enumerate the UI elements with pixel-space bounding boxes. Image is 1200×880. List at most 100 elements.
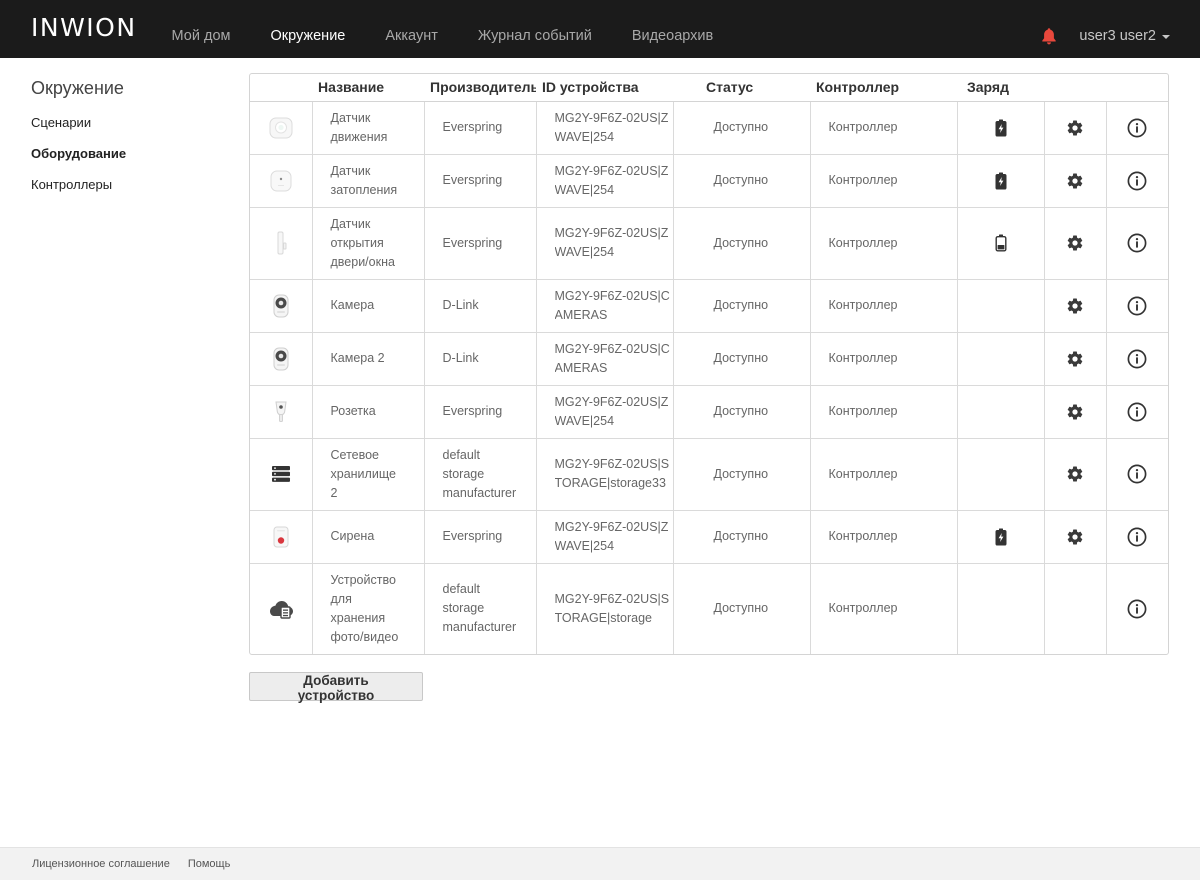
device-settings-cell[interactable] [1044,510,1107,564]
device-manufacturer: Everspring [442,235,503,250]
settings-gear-icon[interactable] [1066,403,1084,421]
nav-video-archive[interactable]: Видеоархив [612,14,733,58]
device-name-cell[interactable]: Камера 2 [312,332,425,386]
bell-icon[interactable] [1041,27,1057,45]
device-info-cell[interactable] [1106,563,1168,654]
add-device-button[interactable]: Добавить устройство [249,672,423,703]
settings-gear-icon[interactable] [1066,119,1084,137]
device-manufacturer: default storage manufacturer [442,447,517,500]
device-status-cell: Доступно [673,563,811,654]
device-row[interactable]: Сетевое хранилище 2 default storage manuf… [250,438,1168,511]
device-row[interactable]: Камера D-Link MG2Y-9F6Z-02US|CAMERAS Доступ… [250,279,1168,333]
device-name-cell[interactable]: Датчик открытия двери/окна [312,207,425,280]
settings-gear-icon[interactable] [1066,172,1084,190]
info-icon[interactable] [1127,599,1147,619]
user-menu[interactable]: user3 user2 [1079,28,1170,44]
device-controller-cell: Контроллер [810,207,958,280]
device-settings-cell[interactable] [1044,279,1107,333]
info-icon[interactable] [1127,464,1147,484]
device-info-cell[interactable] [1106,279,1168,333]
device-controller-cell: Контроллер [810,332,958,386]
device-row[interactable]: Камера 2 D-Link MG2Y-9F6Z-02US|CAMERAS Дост… [250,332,1168,386]
nav-event-log[interactable]: Журнал событий [458,14,612,58]
device-manufacturer-cell: Everspring [424,101,537,155]
col-icon [250,74,312,102]
device-controller-cell: Контроллер [810,563,958,654]
battery-charging-icon [995,119,1007,137]
device-settings-cell[interactable] [1044,154,1107,208]
device-id-cell: MG2Y-9F6Z-02US|CAMERAS [536,332,674,386]
device-name-cell[interactable]: Устройство для хранения фото/видео [312,563,425,654]
device-row[interactable]: Датчик затопления Everspring MG2Y-9F6Z-02U… [250,154,1168,208]
col-device-id[interactable]: ID устройства [536,74,673,102]
sidebar: Окружение Сценарии Оборудование Контролл… [31,78,231,208]
info-icon[interactable] [1127,296,1147,316]
device-info-cell[interactable] [1106,438,1168,511]
device-settings-cell[interactable] [1044,207,1107,280]
device-status-cell: Доступно [673,279,811,333]
device-name-cell[interactable]: Розетка [312,385,425,439]
device-manufacturer-cell: Everspring [424,385,537,439]
col-controller[interactable]: Контроллер [810,74,957,102]
sidebar-item-equipment[interactable]: Оборудование [31,146,231,161]
license-agreement-link[interactable]: Лицензионное соглашение [32,858,170,870]
device-row[interactable]: Сирена Everspring MG2Y-9F6Z-02US|ZWAVE|254… [250,510,1168,564]
device-name-cell[interactable]: Сетевое хранилище 2 [312,438,425,511]
device-row[interactable]: Устройство для хранения фото/видео defaul… [250,563,1168,654]
device-settings-cell[interactable] [1044,332,1107,386]
col-manufacturer[interactable]: Производитель [424,74,536,102]
settings-gear-icon[interactable] [1066,234,1084,252]
device-name: Сирена [330,529,375,543]
device-battery-cell [957,510,1045,564]
info-icon[interactable] [1127,349,1147,369]
device-settings-cell[interactable] [1044,438,1107,511]
device-name-cell[interactable]: Датчик движения [312,101,425,155]
device-id-cell: MG2Y-9F6Z-02US|ZWAVE|254 [536,510,674,564]
logo[interactable]: INWION [31,15,137,40]
device-manufacturer-cell: Everspring [424,510,537,564]
device-id-cell: MG2Y-9F6Z-02US|ZWAVE|254 [536,154,674,208]
cloud-storage-icon [268,598,294,620]
device-name-cell[interactable]: Сирена [312,510,425,564]
device-row[interactable]: Датчик открытия двери/окна Everspring MG2Y… [250,207,1168,280]
device-status: Доступно [713,529,769,543]
device-name-cell[interactable]: Камера [312,279,425,333]
smart-plug-icon [268,399,294,425]
device-icon-cell [250,154,313,208]
col-name[interactable]: Название [312,74,424,102]
col-battery[interactable]: Заряд [957,74,1044,102]
device-row[interactable]: Датчик движения Everspring MG2Y-9F6Z-02US|… [250,101,1168,155]
device-info-cell[interactable] [1106,101,1168,155]
col-status[interactable]: Статус [673,74,810,102]
settings-gear-icon[interactable] [1066,297,1084,315]
device-controller: Контроллер [828,601,898,616]
settings-gear-icon[interactable] [1066,528,1084,546]
info-icon[interactable] [1127,171,1147,191]
info-icon[interactable] [1127,402,1147,422]
device-info-cell[interactable] [1106,385,1168,439]
device-status: Доступно [713,298,769,312]
flood-sensor-icon [268,168,294,194]
device-info-cell[interactable] [1106,207,1168,280]
info-icon[interactable] [1127,527,1147,547]
device-name-cell[interactable]: Датчик затопления [312,154,425,208]
device-info-cell[interactable] [1106,510,1168,564]
device-battery-cell [957,563,1045,654]
device-info-cell[interactable] [1106,154,1168,208]
sidebar-item-controllers[interactable]: Контроллеры [31,177,231,192]
device-settings-cell[interactable] [1044,385,1107,439]
device-info-cell[interactable] [1106,332,1168,386]
device-status-cell: Доступно [673,332,811,386]
nav-environment[interactable]: Окружение [250,14,365,58]
device-battery-cell [957,101,1045,155]
info-icon[interactable] [1127,233,1147,253]
nav-my-home[interactable]: Мой дом [163,14,251,58]
device-row[interactable]: Розетка Everspring MG2Y-9F6Z-02US|ZWAVE|25… [250,385,1168,439]
sidebar-item-scenarios[interactable]: Сценарии [31,115,231,130]
settings-gear-icon[interactable] [1066,465,1084,483]
device-settings-cell[interactable] [1044,101,1107,155]
help-link[interactable]: Помощь [188,858,231,870]
info-icon[interactable] [1127,118,1147,138]
settings-gear-icon[interactable] [1066,350,1084,368]
nav-account[interactable]: Аккаунт [365,14,457,58]
